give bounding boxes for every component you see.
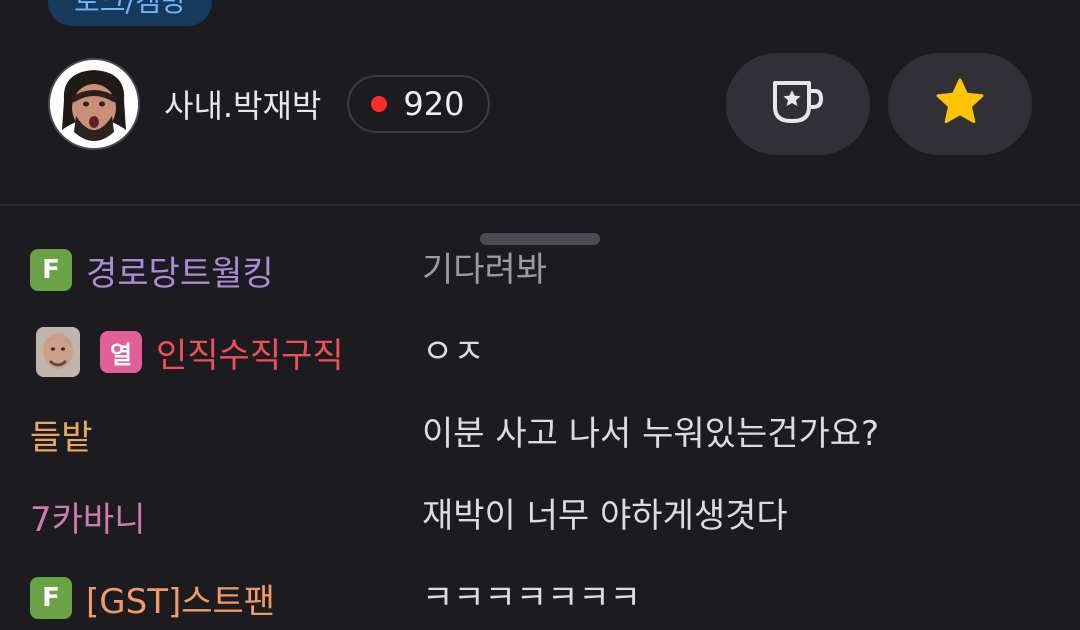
chat-message: 들밭 이분 사고 나서 누워있는건가요? xyxy=(0,404,1080,464)
chat-nickname[interactable]: 경로당트월킹 xyxy=(86,246,274,295)
supporter-badge: 열 xyxy=(100,331,142,373)
live-dot-icon xyxy=(371,96,388,112)
viewer-count-badge: 920 xyxy=(347,75,491,133)
category-chip[interactable]: 토크/캠방 xyxy=(48,0,213,26)
streamer-name[interactable]: 사내.박재박 xyxy=(164,81,321,127)
viewer-count: 920 xyxy=(403,85,465,123)
chat-user[interactable]: 열 인직수직구직 xyxy=(30,322,344,382)
chat-nickname[interactable]: [GST]스트팬 xyxy=(86,574,275,623)
chat-text: 기다려봐 xyxy=(422,250,548,290)
chat-user[interactable]: F [GST]스트팬 xyxy=(30,568,275,628)
chat-nickname[interactable]: 들밭 xyxy=(30,410,93,459)
chat-user[interactable]: 들밭 xyxy=(30,404,93,464)
chat-text: ㅇㅈ xyxy=(422,332,485,372)
fan-badge: F xyxy=(30,577,72,619)
chat-message: F [GST]스트팬 ㅋㅋㅋㅋㅋㅋㅋ xyxy=(0,568,1080,628)
chat-nickname[interactable]: 7카바니 xyxy=(30,492,145,541)
cup-star-icon xyxy=(771,77,825,131)
chat-message: 7카바니 재박이 너무 야하게생겻다 xyxy=(0,486,1080,546)
live-stream-panel: 토크/캠방 사내.박재박 920 F 경로당트월킹 기다려봐 열 인직수직구직 … xyxy=(0,0,1080,630)
favorite-button[interactable] xyxy=(888,53,1032,155)
chat-message: F 경로당트월킹 기다려봐 xyxy=(0,240,1080,300)
section-divider xyxy=(0,204,1080,206)
fan-badge: F xyxy=(30,249,72,291)
chat-message: 열 인직수직구직 ㅇㅈ xyxy=(0,322,1080,382)
chat-nickname[interactable]: 인직수직구직 xyxy=(156,328,344,377)
chat-user[interactable]: 7카바니 xyxy=(30,486,145,546)
donate-cup-button[interactable] xyxy=(726,53,870,155)
streamer-avatar[interactable] xyxy=(48,58,140,150)
chat-text: 이분 사고 나서 누워있는건가요? xyxy=(422,414,880,454)
chat-text: 재박이 너무 야하게생겻다 xyxy=(422,496,788,536)
streamer-info: 사내.박재박 920 xyxy=(48,56,491,152)
chat-text: ㅋㅋㅋㅋㅋㅋㅋ xyxy=(422,578,641,618)
chat-user[interactable]: F 경로당트월킹 xyxy=(30,240,274,300)
star-icon xyxy=(934,77,986,131)
user-avatar xyxy=(36,327,80,377)
